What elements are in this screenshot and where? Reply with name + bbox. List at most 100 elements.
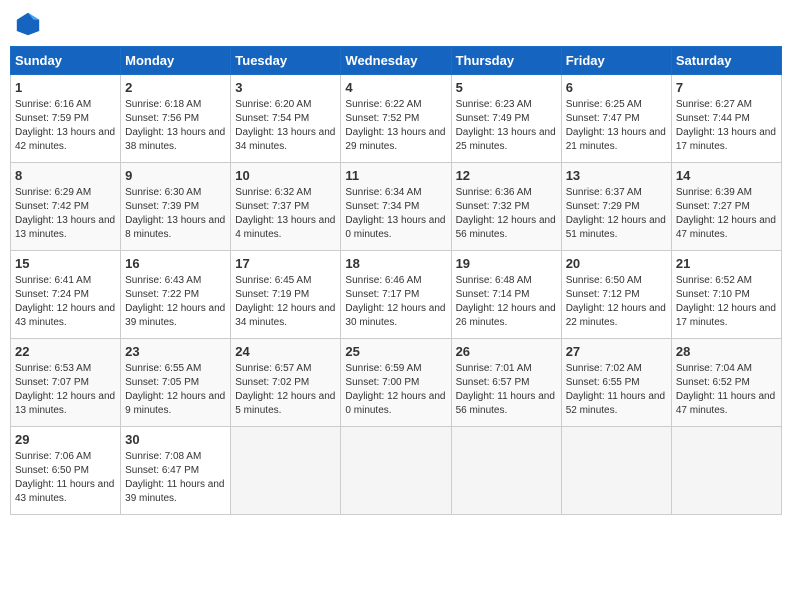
day-number: 9 — [125, 168, 226, 183]
calendar-table: SundayMondayTuesdayWednesdayThursdayFrid… — [10, 46, 782, 515]
sunset-label: Sunset: 7:49 PM — [456, 113, 530, 124]
day-number: 29 — [15, 432, 116, 447]
calendar-cell: 15 Sunrise: 6:41 AM Sunset: 7:24 PM Dayl… — [11, 251, 121, 339]
day-number: 1 — [15, 80, 116, 95]
sunset-label: Sunset: 7:54 PM — [235, 113, 309, 124]
calendar-cell — [671, 427, 781, 515]
cell-info: Sunrise: 6:50 AM Sunset: 7:12 PM Dayligh… — [566, 274, 667, 330]
calendar-cell: 27 Sunrise: 7:02 AM Sunset: 6:55 PM Dayl… — [561, 339, 671, 427]
daylight-label: Daylight: 12 hours and 0 minutes. — [345, 391, 445, 416]
calendar-day-header: Thursday — [451, 47, 561, 75]
day-number: 17 — [235, 256, 336, 271]
calendar-cell — [231, 427, 341, 515]
cell-info: Sunrise: 7:08 AM Sunset: 6:47 PM Dayligh… — [125, 450, 226, 506]
day-number: 6 — [566, 80, 667, 95]
calendar-cell: 17 Sunrise: 6:45 AM Sunset: 7:19 PM Dayl… — [231, 251, 341, 339]
day-number: 18 — [345, 256, 446, 271]
calendar-cell: 7 Sunrise: 6:27 AM Sunset: 7:44 PM Dayli… — [671, 75, 781, 163]
day-number: 2 — [125, 80, 226, 95]
cell-info: Sunrise: 6:30 AM Sunset: 7:39 PM Dayligh… — [125, 186, 226, 242]
sunset-label: Sunset: 6:55 PM — [566, 377, 640, 388]
sunrise-label: Sunrise: 6:16 AM — [15, 99, 91, 110]
sunrise-label: Sunrise: 6:41 AM — [15, 275, 91, 286]
sunrise-label: Sunrise: 7:01 AM — [456, 363, 532, 374]
cell-info: Sunrise: 6:41 AM Sunset: 7:24 PM Dayligh… — [15, 274, 116, 330]
calendar-week-row: 15 Sunrise: 6:41 AM Sunset: 7:24 PM Dayl… — [11, 251, 782, 339]
sunset-label: Sunset: 7:22 PM — [125, 289, 199, 300]
sunset-label: Sunset: 6:47 PM — [125, 465, 199, 476]
calendar-cell: 26 Sunrise: 7:01 AM Sunset: 6:57 PM Dayl… — [451, 339, 561, 427]
sunset-label: Sunset: 7:59 PM — [15, 113, 89, 124]
cell-info: Sunrise: 6:37 AM Sunset: 7:29 PM Dayligh… — [566, 186, 667, 242]
daylight-label: Daylight: 13 hours and 34 minutes. — [235, 127, 335, 152]
daylight-label: Daylight: 12 hours and 17 minutes. — [676, 303, 776, 328]
sunrise-label: Sunrise: 6:37 AM — [566, 187, 642, 198]
sunset-label: Sunset: 6:52 PM — [676, 377, 750, 388]
cell-info: Sunrise: 6:16 AM Sunset: 7:59 PM Dayligh… — [15, 98, 116, 154]
calendar-cell — [341, 427, 451, 515]
calendar-cell — [451, 427, 561, 515]
calendar-cell: 16 Sunrise: 6:43 AM Sunset: 7:22 PM Dayl… — [121, 251, 231, 339]
day-number: 12 — [456, 168, 557, 183]
sunset-label: Sunset: 7:47 PM — [566, 113, 640, 124]
calendar-day-header: Sunday — [11, 47, 121, 75]
sunrise-label: Sunrise: 6:59 AM — [345, 363, 421, 374]
sunset-label: Sunset: 7:19 PM — [235, 289, 309, 300]
sunset-label: Sunset: 6:57 PM — [456, 377, 530, 388]
day-number: 24 — [235, 344, 336, 359]
day-number: 8 — [15, 168, 116, 183]
calendar-week-row: 1 Sunrise: 6:16 AM Sunset: 7:59 PM Dayli… — [11, 75, 782, 163]
calendar-cell: 6 Sunrise: 6:25 AM Sunset: 7:47 PM Dayli… — [561, 75, 671, 163]
calendar-week-row: 22 Sunrise: 6:53 AM Sunset: 7:07 PM Dayl… — [11, 339, 782, 427]
sunrise-label: Sunrise: 7:02 AM — [566, 363, 642, 374]
calendar-cell: 18 Sunrise: 6:46 AM Sunset: 7:17 PM Dayl… — [341, 251, 451, 339]
cell-info: Sunrise: 6:34 AM Sunset: 7:34 PM Dayligh… — [345, 186, 446, 242]
sunset-label: Sunset: 7:39 PM — [125, 201, 199, 212]
daylight-label: Daylight: 12 hours and 30 minutes. — [345, 303, 445, 328]
daylight-label: Daylight: 12 hours and 34 minutes. — [235, 303, 335, 328]
cell-info: Sunrise: 6:39 AM Sunset: 7:27 PM Dayligh… — [676, 186, 777, 242]
cell-info: Sunrise: 6:57 AM Sunset: 7:02 PM Dayligh… — [235, 362, 336, 418]
sunrise-label: Sunrise: 6:46 AM — [345, 275, 421, 286]
daylight-label: Daylight: 11 hours and 39 minutes. — [125, 479, 224, 504]
daylight-label: Daylight: 12 hours and 51 minutes. — [566, 215, 666, 240]
cell-info: Sunrise: 6:18 AM Sunset: 7:56 PM Dayligh… — [125, 98, 226, 154]
daylight-label: Daylight: 12 hours and 9 minutes. — [125, 391, 225, 416]
cell-info: Sunrise: 6:32 AM Sunset: 7:37 PM Dayligh… — [235, 186, 336, 242]
sunrise-label: Sunrise: 6:18 AM — [125, 99, 201, 110]
day-number: 22 — [15, 344, 116, 359]
cell-info: Sunrise: 6:29 AM Sunset: 7:42 PM Dayligh… — [15, 186, 116, 242]
sunrise-label: Sunrise: 6:36 AM — [456, 187, 532, 198]
daylight-label: Daylight: 11 hours and 52 minutes. — [566, 391, 665, 416]
cell-info: Sunrise: 7:04 AM Sunset: 6:52 PM Dayligh… — [676, 362, 777, 418]
day-number: 14 — [676, 168, 777, 183]
calendar-cell — [561, 427, 671, 515]
sunrise-label: Sunrise: 6:52 AM — [676, 275, 752, 286]
calendar-week-row: 8 Sunrise: 6:29 AM Sunset: 7:42 PM Dayli… — [11, 163, 782, 251]
daylight-label: Daylight: 13 hours and 4 minutes. — [235, 215, 335, 240]
cell-info: Sunrise: 6:59 AM Sunset: 7:00 PM Dayligh… — [345, 362, 446, 418]
sunrise-label: Sunrise: 6:25 AM — [566, 99, 642, 110]
day-number: 26 — [456, 344, 557, 359]
daylight-label: Daylight: 11 hours and 43 minutes. — [15, 479, 114, 504]
day-number: 27 — [566, 344, 667, 359]
page-header — [10, 10, 782, 38]
calendar-day-header: Tuesday — [231, 47, 341, 75]
sunrise-label: Sunrise: 6:45 AM — [235, 275, 311, 286]
cell-info: Sunrise: 6:27 AM Sunset: 7:44 PM Dayligh… — [676, 98, 777, 154]
day-number: 5 — [456, 80, 557, 95]
sunset-label: Sunset: 7:27 PM — [676, 201, 750, 212]
sunset-label: Sunset: 7:34 PM — [345, 201, 419, 212]
sunset-label: Sunset: 7:14 PM — [456, 289, 530, 300]
sunrise-label: Sunrise: 6:27 AM — [676, 99, 752, 110]
logo-icon — [14, 10, 42, 38]
cell-info: Sunrise: 6:55 AM Sunset: 7:05 PM Dayligh… — [125, 362, 226, 418]
calendar-day-header: Friday — [561, 47, 671, 75]
sunrise-label: Sunrise: 6:55 AM — [125, 363, 201, 374]
cell-info: Sunrise: 6:36 AM Sunset: 7:32 PM Dayligh… — [456, 186, 557, 242]
daylight-label: Daylight: 12 hours and 43 minutes. — [15, 303, 115, 328]
sunrise-label: Sunrise: 6:22 AM — [345, 99, 421, 110]
day-number: 10 — [235, 168, 336, 183]
sunset-label: Sunset: 7:52 PM — [345, 113, 419, 124]
cell-info: Sunrise: 6:46 AM Sunset: 7:17 PM Dayligh… — [345, 274, 446, 330]
